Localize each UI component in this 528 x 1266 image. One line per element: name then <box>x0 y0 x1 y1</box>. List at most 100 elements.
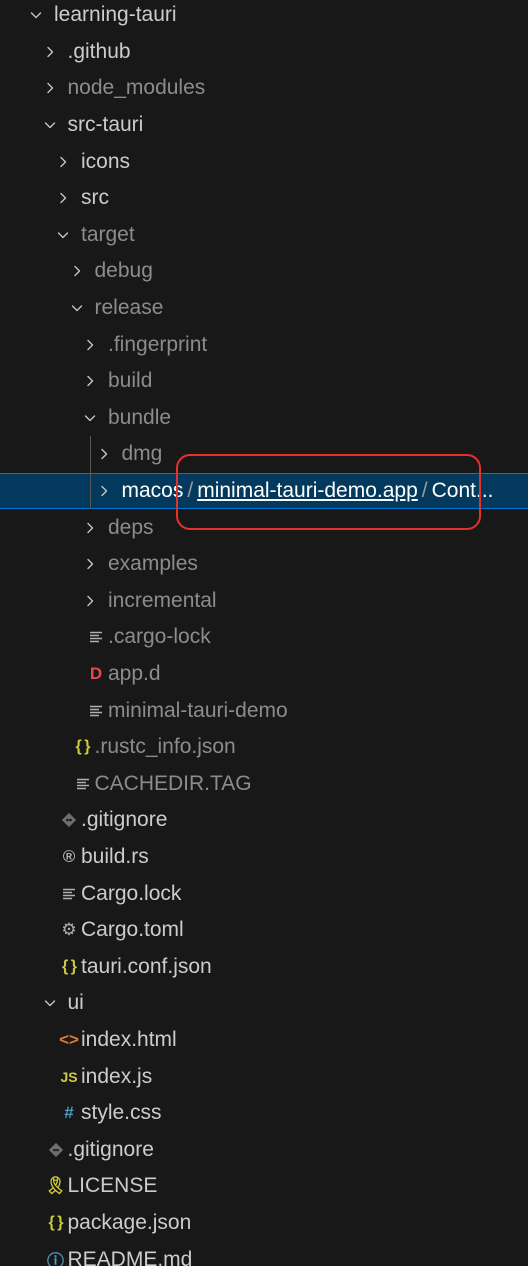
html-icon: <> <box>59 1030 79 1050</box>
tree-item-cargo-lock[interactable]: Cargo.lock <box>0 875 528 912</box>
tree-item-label: ui <box>67 991 84 1015</box>
chevron-down-icon[interactable] <box>40 985 60 1021</box>
info-icon: ⓘ <box>47 1252 64 1266</box>
tree-item-gitignore[interactable]: .gitignore <box>0 802 528 839</box>
tree-item-deps[interactable]: deps <box>0 509 528 546</box>
tree-item-fingerprint[interactable]: .fingerprint <box>0 326 528 363</box>
tree-item-gitignore[interactable]: .gitignore <box>0 1132 528 1169</box>
path-segment-cont[interactable]: Cont... <box>432 479 494 502</box>
tree-item-label: learning-tauri <box>54 3 177 27</box>
chevron-right-icon[interactable] <box>40 70 60 106</box>
tree-item-style-css[interactable]: # style.css <box>0 1095 528 1132</box>
git-icon <box>58 802 80 838</box>
chevron-right-icon[interactable] <box>53 144 73 180</box>
file-explorer-tree: learning-tauri .github node_modules src-tau… <box>0 0 528 1266</box>
tree-item-release[interactable]: release <box>0 290 528 327</box>
chevron-right-icon[interactable] <box>80 510 100 546</box>
tree-item-debug[interactable]: debug <box>0 253 528 290</box>
tree-item-index-html[interactable]: <> index.html <box>0 1022 528 1059</box>
tree-item-build-rs[interactable]: ® build.rs <box>0 839 528 876</box>
tree-item-target[interactable]: target <box>0 217 528 254</box>
tree-item-src[interactable]: src <box>0 180 528 217</box>
tree-item-label: .fingerprint <box>108 332 208 356</box>
tree-item-label: .gitignore <box>67 1137 154 1161</box>
tree-item-src-tauri[interactable]: src-tauri <box>0 107 528 144</box>
chevron-right-icon[interactable] <box>80 363 100 399</box>
braces-icon: { } <box>75 738 91 756</box>
tree-item-label: README.md <box>67 1247 193 1266</box>
lines-icon <box>85 693 107 729</box>
chevron-down-icon[interactable] <box>67 290 87 326</box>
path-segment-minimal-tauri-demo-app[interactable]: minimal-tauri-demo.app <box>197 479 418 502</box>
tree-item-label: index.html <box>81 1028 177 1052</box>
tree-item-label: Cargo.lock <box>81 881 182 905</box>
tree-item-bundle[interactable]: bundle <box>0 400 528 437</box>
tree-item-package-json[interactable]: { } package.json <box>0 1205 528 1242</box>
chevron-down-icon[interactable] <box>26 0 46 33</box>
lines-icon <box>85 619 107 655</box>
chevron-down-icon[interactable] <box>80 400 100 436</box>
tree-item-label: LICENSE <box>67 1174 158 1198</box>
tree-item-cachedir-tag[interactable]: CACHEDIR.TAG <box>0 766 528 803</box>
chevron-right-icon[interactable] <box>94 436 114 472</box>
chevron-right-icon[interactable] <box>80 327 100 363</box>
tree-item-node-modules[interactable]: node_modules <box>0 70 528 107</box>
chevron-right-icon[interactable] <box>40 34 60 70</box>
tree-item-label: debug <box>94 259 153 283</box>
tree-item-build[interactable]: build <box>0 363 528 400</box>
chevron-right-icon[interactable] <box>80 583 100 619</box>
gear-icon: ⚙ <box>61 920 77 940</box>
compact-folder-path: macos / minimal-tauri-demo.app / Cont... <box>122 473 494 509</box>
path-separator: / <box>187 479 194 503</box>
tree-item-label: .gitignore <box>81 808 168 832</box>
tree-item-github[interactable]: .github <box>0 34 528 71</box>
chevron-right-icon[interactable] <box>53 180 73 216</box>
chevron-right-icon[interactable] <box>94 473 114 509</box>
tree-item-tauri-conf-json[interactable]: { } tauri.conf.json <box>0 949 528 986</box>
path-segment-macos[interactable]: macos <box>122 479 184 502</box>
tree-item-macos[interactable]: macos / minimal-tauri-demo.app / Cont... <box>0 472 528 510</box>
chevron-down-icon[interactable] <box>40 107 60 143</box>
license-icon: 🎗 <box>44 1176 67 1196</box>
chevron-down-icon[interactable] <box>53 217 73 253</box>
tree-item-rustc-info-json[interactable]: { } .rustc_info.json <box>0 729 528 766</box>
tree-item-learning-tauri[interactable]: learning-tauri <box>0 0 528 34</box>
tree-item-label: release <box>94 296 164 320</box>
tree-item-label: .github <box>67 39 131 63</box>
tree-item-cargo-toml[interactable]: ⚙ Cargo.toml <box>0 912 528 949</box>
chevron-right-icon[interactable] <box>80 546 100 582</box>
tree-item-index-js[interactable]: JS index.js <box>0 1058 528 1095</box>
tree-item-label: package.json <box>67 1211 192 1235</box>
tree-item-examples[interactable]: examples <box>0 546 528 583</box>
js-icon: JS <box>60 1068 78 1085</box>
tree-item-readme-md[interactable]: ⓘ README.md <box>0 1241 528 1266</box>
tree-item-minimal-tauri-demo[interactable]: minimal-tauri-demo <box>0 692 528 729</box>
tree-item-license[interactable]: 🎗 LICENSE <box>0 1168 528 1205</box>
tree-item-icons[interactable]: icons <box>0 143 528 180</box>
tree-item-label: Cargo.toml <box>81 918 184 942</box>
tree-item-label: incremental <box>108 588 217 612</box>
braces-icon: { } <box>48 1214 64 1232</box>
rust-icon: ® <box>62 847 76 867</box>
tree-item-label: tauri.conf.json <box>81 954 212 978</box>
tree-item-dmg[interactable]: dmg <box>0 436 528 473</box>
git-icon <box>45 1132 67 1168</box>
tree-item-label: deps <box>108 515 154 539</box>
tree-item-label: examples <box>108 552 198 576</box>
d-letter-icon: D <box>89 664 103 684</box>
tree-item-label: dmg <box>121 442 163 466</box>
tree-item-label: CACHEDIR.TAG <box>94 771 252 795</box>
tree-item-label: bundle <box>108 405 172 429</box>
tree-item-app-d[interactable]: Dapp.d <box>0 656 528 693</box>
lines-icon <box>58 876 80 912</box>
tree-item-label: target <box>81 222 135 246</box>
tree-item-ui[interactable]: ui <box>0 985 528 1022</box>
hash-icon: # <box>64 1103 74 1123</box>
braces-icon: { } <box>62 957 77 975</box>
tree-item-cargo-lock[interactable]: .cargo-lock <box>0 619 528 656</box>
tree-item-incremental[interactable]: incremental <box>0 583 528 620</box>
tree-item-label: .cargo-lock <box>108 625 211 649</box>
chevron-right-icon[interactable] <box>67 253 87 289</box>
tree-item-label: build.rs <box>81 845 149 869</box>
path-separator: / <box>421 479 428 503</box>
